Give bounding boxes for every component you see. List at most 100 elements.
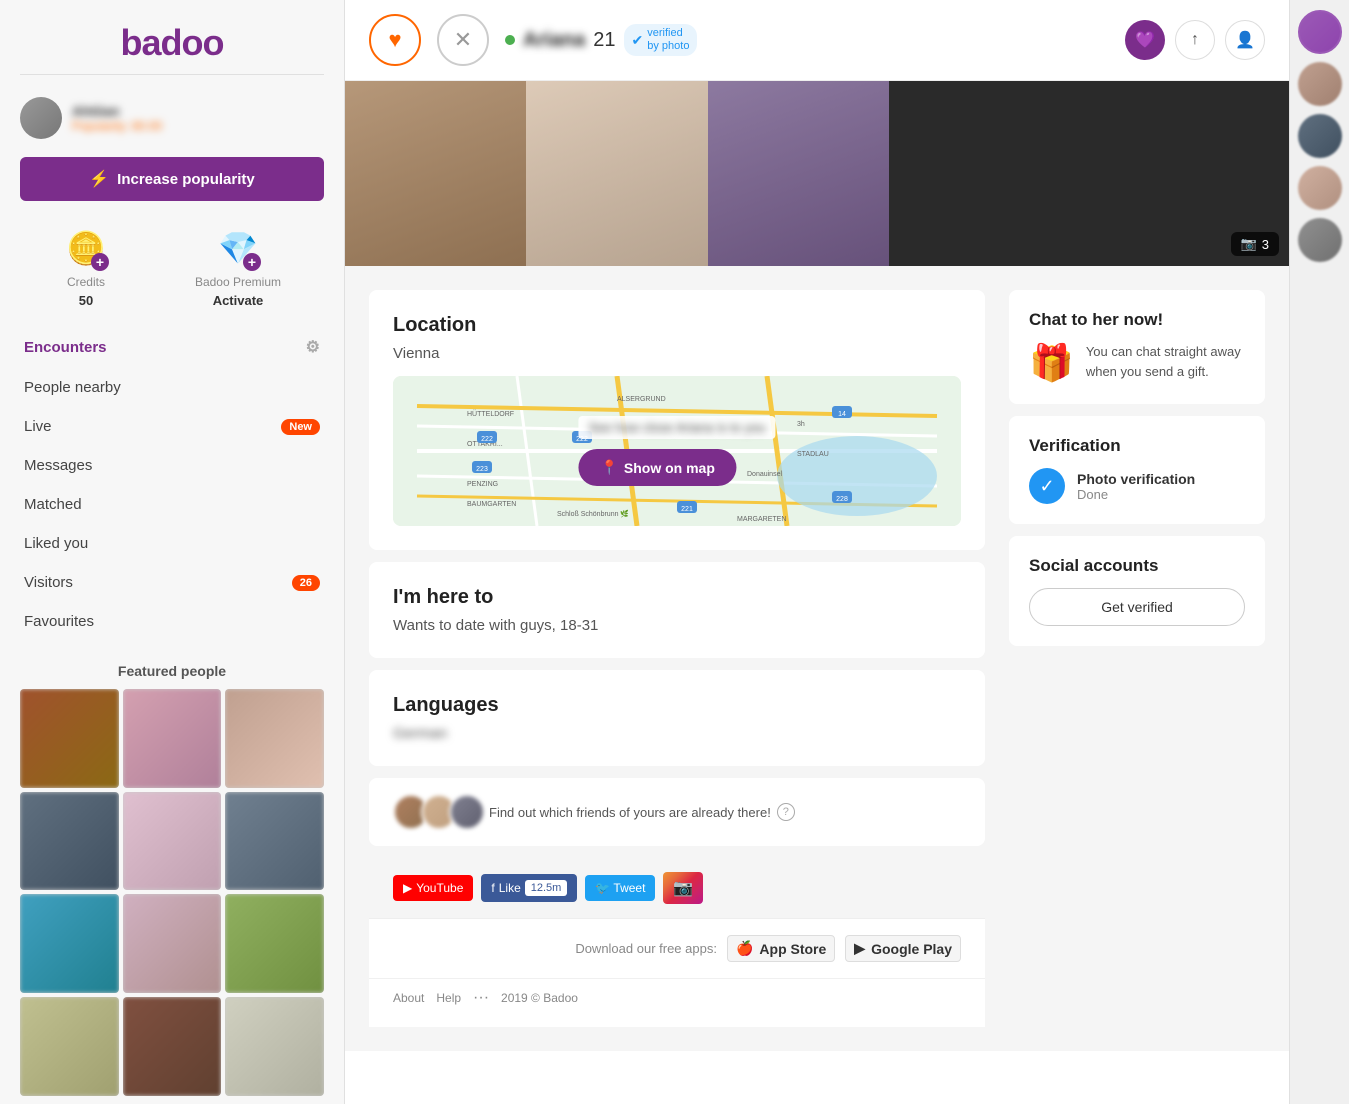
superlike-button[interactable]: 💜 (1125, 20, 1165, 60)
more-menu[interactable]: ··· (473, 989, 489, 1007)
premium-item[interactable]: 💎 + Badoo Premium Activate (195, 225, 281, 308)
sidebar-item-messages[interactable]: Messages (0, 446, 344, 485)
edge-avatar-5[interactable] (1298, 218, 1342, 262)
facebook-button[interactable]: f Like 12.5m (481, 874, 577, 902)
x-icon: ✕ (454, 27, 472, 53)
svg-text:HÜTTELDORF: HÜTTELDORF (467, 410, 514, 418)
social-accounts-card: Social accounts Get verified (1009, 536, 1265, 646)
about-link[interactable]: About (393, 991, 424, 1005)
encounters-label: Encounters (24, 339, 107, 356)
premium-activate: Activate (213, 293, 264, 308)
photo-main (345, 81, 889, 266)
edge-avatar-1[interactable] (1298, 10, 1342, 54)
person-icon: 👤 (1235, 30, 1255, 50)
featured-thumb-1[interactable] (20, 689, 119, 788)
twitter-button[interactable]: 🐦 Tweet (585, 875, 655, 901)
verify-check-circle: ✓ (1029, 468, 1065, 504)
sidebar-item-liked-you[interactable]: Liked you (0, 524, 344, 563)
pass-button[interactable]: ✕ (437, 14, 489, 66)
get-verified-button[interactable]: Get verified (1029, 588, 1245, 626)
featured-thumb-9[interactable] (225, 894, 324, 993)
twitter-icon: 🐦 (595, 881, 610, 895)
share-button[interactable]: ↑ (1175, 20, 1215, 60)
verified-badge: ✔ verifiedby photo (624, 24, 698, 56)
svg-text:14: 14 (838, 411, 846, 418)
sidebar-item-people-nearby[interactable]: People nearby (0, 368, 344, 407)
location-section: Location Vienna (369, 290, 985, 550)
svg-text:ALSERGRUND: ALSERGRUND (617, 396, 666, 403)
youtube-icon: ▶ (403, 881, 412, 895)
photo-1[interactable] (345, 81, 526, 266)
sidebar-item-visitors[interactable]: Visitors 26 (0, 563, 344, 602)
main-content: ♥ ✕ Ariana 21 ✔ verifiedby photo 💜 ↑ 👤 (345, 0, 1289, 1104)
chat-now-title: Chat to her now! (1029, 310, 1245, 330)
matched-label: Matched (24, 496, 82, 513)
featured-thumb-4[interactable] (20, 792, 119, 891)
profile-right-panel: Chat to her now! 🎁 You can chat straight… (1009, 266, 1289, 1051)
location-title: Location (393, 314, 961, 337)
verify-label: Photo verification (1077, 471, 1195, 487)
edge-avatar-2[interactable] (1298, 62, 1342, 106)
featured-thumb-5[interactable] (123, 792, 222, 891)
photo-2[interactable] (526, 81, 707, 266)
credits-item[interactable]: 🪙 + Credits 50 (63, 225, 109, 308)
svg-text:STADLAU: STADLAU (797, 451, 829, 458)
featured-title: Featured people (20, 663, 324, 679)
verification-row: ✓ Photo verification Done (1029, 468, 1245, 504)
sidebar-item-favourites[interactable]: Favourites (0, 602, 344, 641)
like-button[interactable]: ♥ (369, 14, 421, 66)
visitors-label: Visitors (24, 574, 73, 591)
help-link[interactable]: Help (436, 991, 461, 1005)
photo-3[interactable] (708, 81, 889, 266)
verification-title: Verification (1029, 436, 1245, 456)
logo: badoo (0, 0, 344, 74)
increase-popularity-button[interactable]: ⚡ Increase popularity (20, 157, 324, 201)
visitors-badge: 26 (292, 575, 320, 591)
avatar[interactable] (20, 97, 62, 139)
profile-name: Ariana (523, 29, 585, 52)
username: Ahtiian (72, 103, 162, 119)
featured-thumb-12[interactable] (225, 997, 324, 1096)
sidebar-item-live[interactable]: Live New (0, 407, 344, 446)
credits-icon-wrap: 🪙 + (63, 225, 109, 271)
instagram-button[interactable]: 📷 (663, 872, 703, 904)
show-on-map-button[interactable]: 📍 Show on map (578, 449, 736, 486)
main-nav: Encounters ⚙ People nearby Live New Mess… (0, 316, 344, 651)
languages-value: German (393, 725, 961, 742)
help-icon[interactable]: ? (777, 803, 795, 821)
profile-name-area: Ariana 21 ✔ verifiedby photo (505, 24, 1109, 56)
facebook-like-label: Like (499, 881, 521, 895)
chat-now-card: Chat to her now! 🎁 You can chat straight… (1009, 290, 1265, 404)
friends-section: Find out which friends of yours are alre… (369, 778, 985, 846)
youtube-button[interactable]: ▶ YouTube (393, 875, 473, 901)
photo-dark-panel: 📷 3 (889, 81, 1289, 266)
google-play-button[interactable]: ▶ Google Play (845, 935, 961, 962)
messages-label: Messages (24, 457, 92, 474)
right-edge-avatars (1289, 0, 1349, 1104)
filter-icon[interactable]: ⚙ (306, 337, 320, 357)
credits-label: Credits (67, 275, 105, 289)
featured-grid (20, 689, 324, 1096)
premium-label: Badoo Premium (195, 275, 281, 289)
app-store-button[interactable]: 🍎 App Store (727, 935, 835, 962)
edge-avatar-3[interactable] (1298, 114, 1342, 158)
sidebar-item-matched[interactable]: Matched (0, 485, 344, 524)
people-nearby-label: People nearby (24, 379, 121, 396)
sidebar-item-encounters[interactable]: Encounters ⚙ (0, 326, 344, 368)
featured-thumb-11[interactable] (123, 997, 222, 1096)
featured-thumb-2[interactable] (123, 689, 222, 788)
featured-thumb-6[interactable] (225, 792, 324, 891)
edge-avatar-4[interactable] (1298, 166, 1342, 210)
download-label: Download our free apps: (575, 941, 717, 956)
featured-thumb-7[interactable] (20, 894, 119, 993)
featured-thumb-8[interactable] (123, 894, 222, 993)
profile-menu-button[interactable]: 👤 (1225, 20, 1265, 60)
featured-thumb-10[interactable] (20, 997, 119, 1096)
languages-section: Languages German (369, 670, 985, 766)
featured-thumb-3[interactable] (225, 689, 324, 788)
verify-text: Photo verification Done (1077, 471, 1195, 502)
verified-check-icon: ✔ (632, 32, 644, 49)
google-play-icon: ▶ (854, 940, 865, 957)
sidebar-divider (20, 74, 324, 75)
online-indicator (505, 35, 515, 45)
